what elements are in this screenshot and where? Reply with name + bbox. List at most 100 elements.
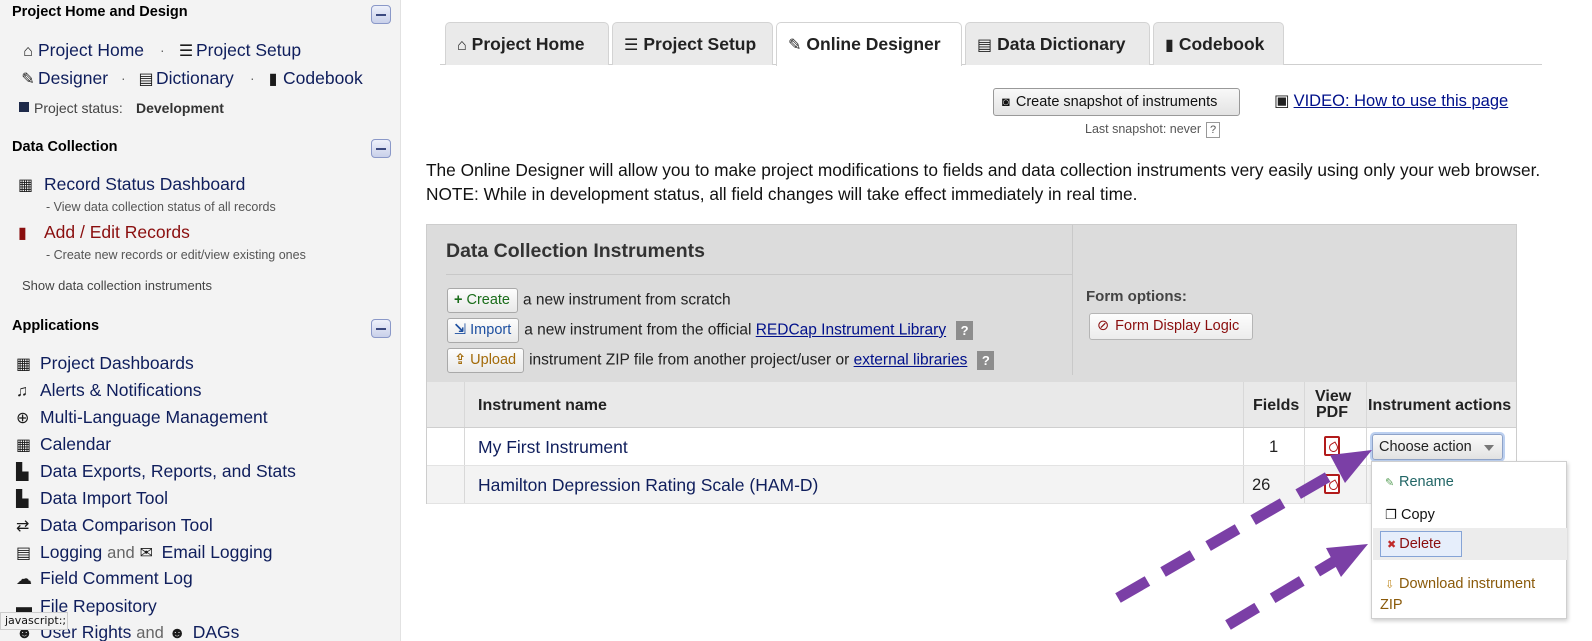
choose-action-select[interactable]: Choose action	[1372, 434, 1503, 460]
download-icon: ⇩	[1385, 579, 1395, 591]
create-button[interactable]: + Create	[447, 288, 518, 313]
sidebar-designer[interactable]: ✎ Designer	[18, 68, 108, 89]
sidebar-logging[interactable]: Logging	[40, 542, 102, 562]
envelope-icon: ✉	[139, 545, 153, 562]
dashboard-icon: ▦	[16, 356, 32, 373]
separator-dot: ·	[121, 70, 126, 86]
status-square-icon	[19, 102, 29, 112]
book-icon: ▮	[268, 71, 278, 88]
section-header-project: Project Home and Design	[12, 4, 188, 20]
video-link[interactable]: ▣ VIDEO: How to use this page	[1274, 91, 1508, 111]
add-edit-description: - Create new records or edit/view existi…	[46, 248, 306, 262]
snapshot-help-icon[interactable]: ?	[1206, 122, 1221, 138]
sidebar-alerts-notifications[interactable]: ♫ Alerts & Notifications	[16, 380, 201, 401]
browser-status-bar: javascript:;	[0, 612, 68, 630]
create-row: + Create a new instrument from scratch	[447, 288, 731, 313]
and-text: and	[107, 544, 135, 562]
dci-title-underline	[446, 274, 1072, 275]
sidebar-project-home[interactable]: ⌂ Project Home	[18, 40, 144, 61]
instrument-action-menu: ✎ Rename ❐ Copy ✖ Delete ⇩ Download instrume…	[1371, 461, 1567, 619]
menu-item-copy[interactable]: ❐ Copy	[1385, 507, 1435, 523]
project-status-label: Project status:	[34, 100, 123, 116]
collapse-data-collection-button[interactable]	[371, 139, 391, 158]
tab-codebook[interactable]: ▮ Codebook	[1153, 22, 1284, 65]
show-instruments-link[interactable]: Show data collection instruments	[22, 278, 212, 293]
menu-item-delete[interactable]: ✖ Delete	[1380, 531, 1462, 557]
excel-icon: ▤	[977, 37, 993, 54]
data-collection-instruments-panel: Data Collection Instruments + Create a new…	[426, 224, 1517, 504]
camera-icon: ◙	[1002, 94, 1010, 109]
tab-project-setup[interactable]: ☰ Project Setup	[612, 22, 773, 65]
external-libraries-link[interactable]: external libraries	[854, 352, 968, 369]
last-snapshot-text: Last snapshot: never?	[1085, 122, 1221, 138]
collapse-applications-button[interactable]	[371, 319, 391, 338]
edit-icon: ✎	[788, 37, 802, 54]
tab-project-home[interactable]: ⌂ Project Home	[445, 22, 609, 65]
table-row: My First Instrument 1	[427, 428, 1516, 466]
header-instrument-actions: Instrument actions	[1368, 397, 1512, 414]
upload-button[interactable]: ⇪ Upload	[447, 348, 525, 373]
upload-row: ⇪ Upload instrument ZIP file from another …	[447, 348, 995, 373]
dci-title: Data Collection Instruments	[446, 240, 705, 262]
import-row: ⇲ Import a new instrument from the officia…	[447, 318, 974, 343]
pdf-icon[interactable]	[1324, 474, 1340, 494]
menu-item-download-zip[interactable]: ⇩ Download instrument	[1385, 572, 1535, 597]
pencil-icon: ✎	[1385, 477, 1395, 489]
sidebar-multi-language[interactable]: ⊕ Multi-Language Management	[16, 407, 268, 428]
menu-item-download-zip-cont[interactable]: ZIP	[1380, 597, 1403, 613]
section-header-applications: Applications	[12, 318, 100, 334]
tab-data-dictionary[interactable]: ▤ Data Dictionary	[965, 22, 1150, 65]
dci-divider	[1072, 225, 1073, 375]
header-instrument-name: Instrument name	[478, 397, 607, 414]
sidebar-add-edit-records[interactable]: ▮ Add / Edit Records	[18, 222, 190, 243]
import-button[interactable]: ⇲ Import	[447, 318, 520, 343]
section-header-data-collection: Data Collection	[12, 139, 118, 155]
menu-item-rename[interactable]: ✎ Rename	[1385, 474, 1454, 490]
sidebar-calendar[interactable]: ▦ Calendar	[16, 434, 111, 455]
sidebar-project-setup[interactable]: ☰ Project Setup	[176, 40, 301, 61]
field-count: 1	[1269, 438, 1279, 456]
tab-online-designer[interactable]: ✎ Online Designer	[776, 22, 962, 66]
instrument-name-link[interactable]: My First Instrument	[478, 437, 628, 458]
sidebar-dictionary[interactable]: ▤ Dictionary	[136, 68, 233, 89]
table-header-row: Instrument name Fields View PDF Instrumen…	[427, 382, 1516, 428]
pdf-icon[interactable]	[1324, 436, 1340, 456]
sidebar-record-status-dashboard[interactable]: ▦ Record Status Dashboard	[18, 174, 245, 195]
upload-help-icon[interactable]: ?	[977, 351, 995, 370]
menu-item-delete-row: ✖ Delete	[1373, 528, 1567, 560]
document-icon: ▮	[18, 225, 27, 242]
import-icon: ⇲	[454, 322, 467, 338]
sidebar-data-exports[interactable]: ▙ Data Exports, Reports, and Stats	[16, 461, 296, 482]
house-icon: ⌂	[457, 37, 467, 54]
eye-slash-icon: ⊘	[1097, 318, 1110, 334]
import-help-icon[interactable]: ?	[956, 321, 974, 340]
calendar-icon: ▦	[16, 437, 32, 454]
sidebar-email-logging[interactable]: Email Logging	[162, 542, 273, 562]
collapse-project-button[interactable]	[371, 5, 391, 24]
sidebar-dags[interactable]: DAGs	[193, 622, 240, 641]
compare-icon: ⇄	[16, 518, 30, 535]
header-view-pdf: View PDF	[1315, 388, 1352, 421]
globe-icon: ⊕	[16, 410, 30, 427]
checklist-icon: ☰	[624, 37, 639, 54]
project-status-value: Development	[136, 100, 224, 116]
sidebar-data-import[interactable]: ▙ Data Import Tool	[16, 488, 168, 509]
create-snapshot-button[interactable]: ◙ Create snapshot of instruments	[993, 88, 1240, 116]
edit-icon: ✎	[21, 71, 35, 88]
instrument-library-link[interactable]: REDCap Instrument Library	[756, 322, 946, 339]
annotation-arrow-lower	[1225, 553, 1343, 630]
film-icon: ▣	[1274, 92, 1290, 110]
separator-dot: ·	[250, 70, 255, 86]
sidebar-data-comparison[interactable]: ⇄ Data Comparison Tool	[16, 515, 213, 536]
sidebar-project-dashboards[interactable]: ▦ Project Dashboards	[16, 353, 194, 374]
instrument-name-link[interactable]: Hamilton Depression Rating Scale (HAM-D)	[478, 475, 818, 496]
form-options-label: Form options:	[1086, 288, 1187, 305]
sidebar-field-comment-log[interactable]: ☁ Field Comment Log	[16, 568, 193, 589]
x-icon: ✖	[1387, 539, 1397, 551]
form-display-logic-button[interactable]: ⊘ Form Display Logic	[1089, 313, 1253, 340]
sidebar-codebook[interactable]: ▮ Codebook	[263, 68, 363, 89]
checklist-icon: ☰	[178, 43, 194, 60]
file-import-icon: ▙	[16, 491, 29, 508]
comments-icon: ☁	[16, 571, 32, 588]
house-icon: ⌂	[23, 43, 33, 60]
